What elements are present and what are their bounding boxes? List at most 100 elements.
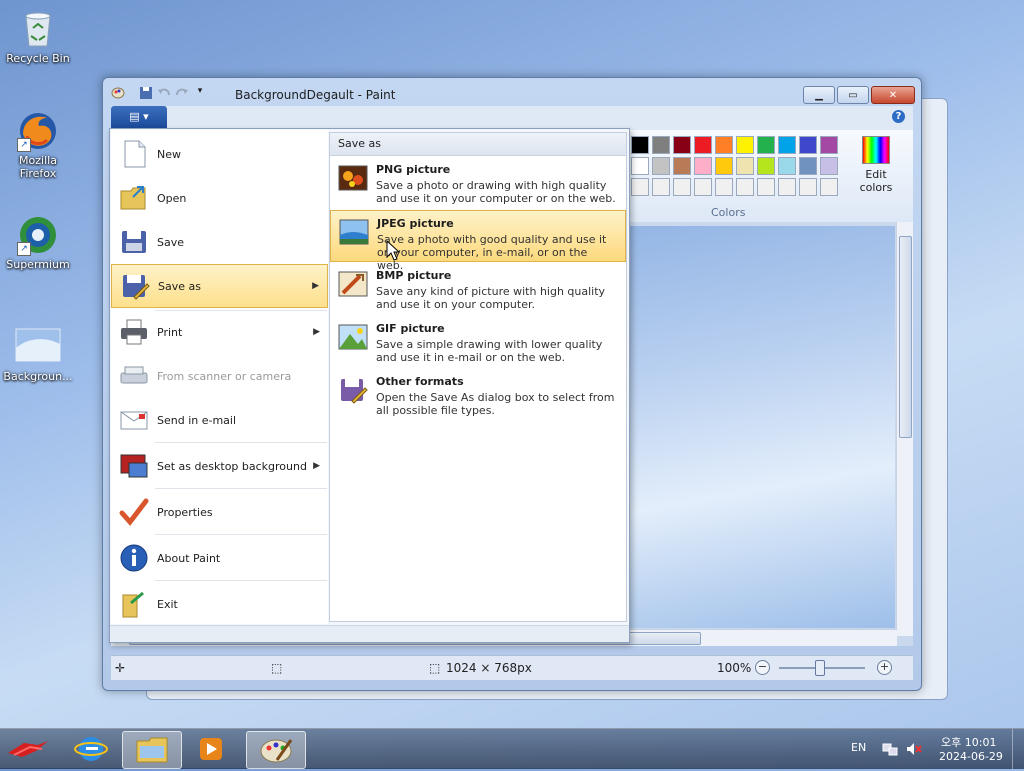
color-swatch[interactable]: [715, 178, 733, 196]
menu-item-send-email[interactable]: Send in e-mail: [111, 398, 328, 442]
zoom-in-button[interactable]: +: [877, 660, 892, 675]
jpeg-picture-icon: [339, 217, 369, 247]
menu-item-label: Set as desktop background: [157, 459, 307, 473]
maximize-button[interactable]: ▭: [837, 86, 869, 104]
submenu-item-title: GIF picture: [376, 322, 445, 335]
color-swatch[interactable]: [736, 178, 754, 196]
taskbar-media-player[interactable]: [182, 731, 240, 767]
taskbar-internet-explorer[interactable]: [62, 731, 120, 767]
undo-icon[interactable]: [157, 86, 171, 100]
desktop-icon-label: Backgroun...: [3, 370, 73, 383]
submenu-item-title: JPEG picture: [377, 217, 454, 230]
menu-item-about-paint[interactable]: About Paint: [111, 536, 328, 580]
color-swatch[interactable]: [736, 157, 754, 175]
color-swatch[interactable]: [631, 178, 649, 196]
color-swatch[interactable]: [694, 136, 712, 154]
save-as-gif[interactable]: GIF picture Save a simple drawing with l…: [330, 316, 626, 368]
customize-toolbar-icon[interactable]: ▾: [193, 86, 207, 100]
email-icon: [119, 405, 149, 435]
color-swatch[interactable]: [799, 136, 817, 154]
edit-colors-icon: [862, 136, 890, 164]
menu-item-label: Properties: [157, 505, 213, 519]
menu-item-save-as[interactable]: Save as ▶: [111, 264, 328, 308]
color-swatch[interactable]: [673, 136, 691, 154]
color-swatch[interactable]: [652, 136, 670, 154]
color-swatch[interactable]: [652, 157, 670, 175]
menu-item-properties[interactable]: Properties: [111, 490, 328, 534]
desktop-icon-background-file[interactable]: Backgroun...: [2, 328, 74, 383]
color-swatch[interactable]: [694, 178, 712, 196]
minimize-button[interactable]: ▁: [803, 86, 835, 104]
save-icon[interactable]: [139, 86, 153, 100]
vertical-scroll-thumb[interactable]: [899, 236, 912, 438]
color-swatch[interactable]: [652, 178, 670, 196]
desktop-icon-firefox[interactable]: ↗ Mozilla Firefox: [2, 110, 74, 180]
menu-item-print[interactable]: Print ▶: [111, 310, 328, 354]
color-swatch[interactable]: [778, 178, 796, 196]
color-swatch[interactable]: [715, 157, 733, 175]
color-swatch[interactable]: [778, 136, 796, 154]
color-swatch[interactable]: [757, 136, 775, 154]
edit-colors-button[interactable]: Edit colors: [851, 134, 901, 194]
save-as-jpeg[interactable]: JPEG picture Save a photo with good qual…: [330, 210, 626, 272]
color-swatch[interactable]: [673, 157, 691, 175]
zoom-slider-thumb[interactable]: [815, 660, 825, 676]
zoom-level: 100%: [717, 661, 752, 675]
color-swatch[interactable]: [673, 178, 691, 196]
menu-item-set-desktop-background[interactable]: Set as desktop background ▶: [111, 444, 328, 488]
palette-row: [631, 157, 838, 175]
color-swatch[interactable]: [820, 136, 838, 154]
color-swatch[interactable]: [820, 178, 838, 196]
color-swatch[interactable]: [799, 178, 817, 196]
menu-item-label: Save: [157, 235, 185, 249]
network-icon[interactable]: [882, 741, 898, 760]
save-as-png[interactable]: PNG picture Save a photo or drawing with…: [330, 157, 626, 209]
palette-row: [631, 178, 838, 196]
save-as-other-formats[interactable]: Other formats Open the Save As dialog bo…: [330, 369, 626, 421]
color-swatch[interactable]: [715, 136, 733, 154]
redo-icon[interactable]: [175, 86, 189, 100]
vertical-scrollbar[interactable]: [896, 222, 913, 636]
submenu-item-description: Save a simple drawing with lower quality…: [376, 338, 603, 364]
menu-item-open[interactable]: Open: [111, 176, 328, 220]
start-logo-icon: [8, 741, 48, 757]
selection-size-icon: ⬚: [271, 661, 283, 675]
desktop-icon-recycle-bin[interactable]: Recycle Bin: [2, 8, 74, 65]
menu-item-exit[interactable]: Exit: [111, 582, 328, 626]
color-swatch[interactable]: [757, 178, 775, 196]
menu-item-label: New: [157, 147, 181, 161]
paint-palette-icon: [260, 739, 293, 763]
clock-date[interactable]: 2024-06-29: [939, 750, 1003, 763]
menu-item-new[interactable]: New: [111, 132, 328, 176]
color-swatch[interactable]: [757, 157, 775, 175]
image-size-text: 1024 × 768px: [446, 661, 532, 675]
taskbar-file-explorer[interactable]: [122, 731, 182, 769]
close-button[interactable]: ✕: [871, 86, 915, 104]
minimize-icon: ▁: [815, 89, 823, 101]
color-swatch[interactable]: [631, 157, 649, 175]
show-desktop-button[interactable]: [1012, 729, 1024, 769]
image-file-icon: [15, 328, 61, 362]
clock-time[interactable]: 오후 10:01: [941, 734, 996, 750]
menu-item-from-scanner[interactable]: From scanner or camera: [111, 354, 328, 398]
help-icon[interactable]: ?: [892, 110, 905, 123]
color-swatch[interactable]: [799, 157, 817, 175]
supermium-icon: ↗: [17, 214, 59, 256]
color-swatch[interactable]: [736, 136, 754, 154]
save-as-bmp[interactable]: BMP picture Save any kind of picture wit…: [330, 263, 626, 315]
menu-item-save[interactable]: Save: [111, 220, 328, 264]
input-language[interactable]: EN: [851, 741, 866, 754]
edit-colors-label: Edit colors: [859, 168, 893, 194]
volume-muted-icon[interactable]: [906, 741, 922, 760]
color-swatch[interactable]: [778, 157, 796, 175]
desktop-icon-label: Supermium: [6, 258, 70, 271]
paint-menu-button[interactable]: ▤ ▾: [111, 106, 167, 128]
color-swatch[interactable]: [694, 157, 712, 175]
zoom-out-button[interactable]: −: [755, 660, 770, 675]
desktop-icon-supermium[interactable]: ↗ Supermium: [2, 214, 74, 271]
start-button[interactable]: [2, 731, 54, 767]
title-bar: ▾ BackgroundDegault - Paint ▁ ▭ ✕: [103, 78, 921, 106]
taskbar-paint[interactable]: [246, 731, 306, 769]
color-swatch[interactable]: [631, 136, 649, 154]
color-swatch[interactable]: [820, 157, 838, 175]
